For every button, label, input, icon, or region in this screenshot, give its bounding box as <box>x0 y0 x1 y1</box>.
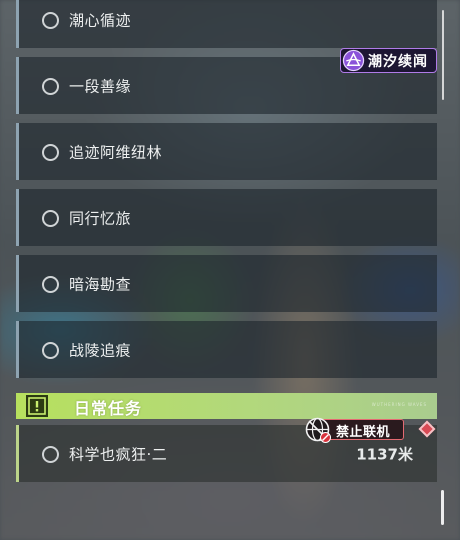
quest-label: 战陵追痕 <box>69 341 132 359</box>
quest-distance: 1137米 <box>356 445 413 463</box>
quest-status-circle-icon <box>42 275 59 293</box>
chaoxi-badge-label: 潮汐续闻 <box>368 54 428 70</box>
quest-label: 潮心循迹 <box>69 11 132 29</box>
quest-label: 暗海勘查 <box>69 275 132 293</box>
scrollbar-track[interactable] <box>442 10 444 100</box>
quest-label: 同行忆旅 <box>69 209 132 227</box>
daily-header-watermark: WUTHERING WAVES <box>371 402 427 407</box>
quest-status-circle-icon <box>42 445 59 463</box>
quest-label: 一段善缘 <box>69 77 132 95</box>
no-multiplayer-globe-icon <box>305 417 331 443</box>
quest-status-circle-icon <box>42 11 59 29</box>
chaoxi-quest-badge: 潮汐续闻 <box>340 48 437 73</box>
no-multiplayer-badge: 禁止联机 <box>305 417 405 443</box>
daily-quest-label: 科学也疯狂·二 <box>69 445 168 463</box>
quest-item[interactable]: 同行忆旅 <box>16 189 437 246</box>
exclamation-icon <box>26 395 48 417</box>
quest-item[interactable]: 暗海勘查 <box>16 255 437 312</box>
quest-item[interactable]: 追迹阿维纽林 <box>16 123 437 180</box>
quest-status-circle-icon <box>42 209 59 227</box>
quest-label: 追迹阿维纽林 <box>69 143 163 161</box>
quest-status-circle-icon <box>42 341 59 359</box>
chaoxi-emblem-icon <box>342 49 365 72</box>
quest-item[interactable]: 潮心循迹 <box>16 0 437 48</box>
daily-quests-title: 日常任务 <box>74 399 143 418</box>
scrollbar-thumb[interactable] <box>441 490 444 525</box>
quest-item[interactable]: 战陵追痕 <box>16 321 437 378</box>
no-multiplayer-label: 禁止联机 <box>336 425 391 440</box>
quest-status-circle-icon <box>42 143 59 161</box>
quest-status-circle-icon <box>42 77 59 95</box>
daily-quests-header[interactable]: 日常任务 WUTHERING WAVES <box>16 393 437 419</box>
